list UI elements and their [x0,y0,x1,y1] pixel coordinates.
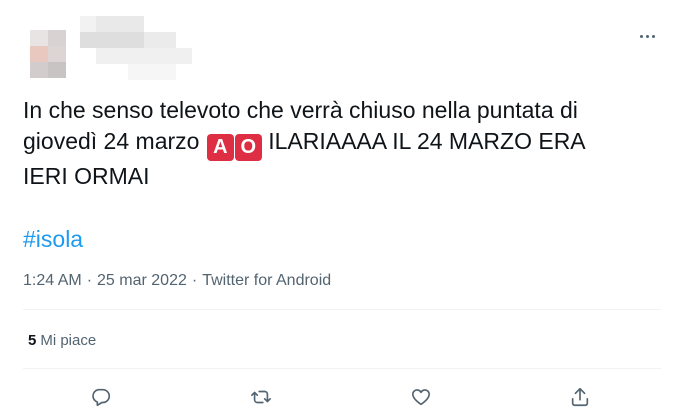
share-icon [571,387,589,407]
like-icon [411,389,431,406]
action-bar [0,382,677,412]
likes-count-link[interactable]: 5 Mi piace [28,331,96,351]
tweet-text: In che senso televoto che verrà chiuso n… [23,95,663,192]
retweet-button[interactable] [246,382,276,412]
likes-count: 5 [28,332,37,349]
likes-label: Mi piace [40,332,97,349]
emoji-a-button: A [206,134,234,161]
tweet-date[interactable]: 25 mar 2022 [97,272,187,289]
tweet-source[interactable]: Twitter for Android [202,272,331,289]
reply-icon [92,388,111,407]
emoji-o-button: O [234,134,262,161]
divider [23,368,661,369]
more-icon [638,34,656,38]
tweet-card: In che senso televoto che verrà chiuso n… [0,0,677,417]
divider [23,309,661,310]
tweet-text-line-1: In che senso televoto che verrà chiuso n… [23,97,578,123]
share-button[interactable] [565,382,595,412]
like-button[interactable] [406,382,436,412]
tweet-text-line-2b: ILARIAAAA IL 24 MARZO ERA [268,128,586,154]
tweet-text-line-3: IERI ORMAI [23,163,150,189]
more-options-button[interactable] [635,26,659,46]
retweet-icon [251,390,271,404]
tweet-text-line-2a: giovedì 24 marzo [23,128,200,154]
author-name[interactable] [80,16,192,80]
avatar[interactable] [30,30,66,78]
tweet-metadata: 1:24 AM · 25 mar 2022 · Twitter for Android [23,272,332,289]
hashtag-link[interactable]: #isola [23,224,83,255]
tweet-time[interactable]: 1:24 AM [23,272,82,289]
reply-button[interactable] [86,382,116,412]
